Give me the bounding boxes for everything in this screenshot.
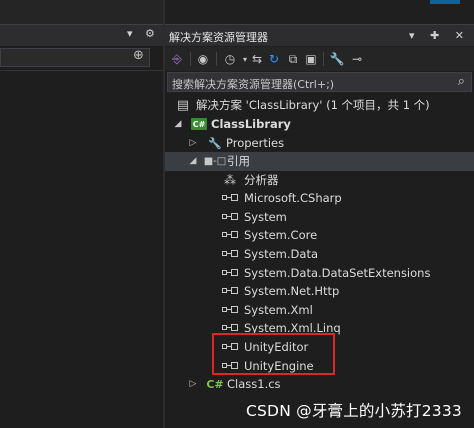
titlebar-controls[interactable]: ▾ ✚ ✕	[409, 29, 470, 42]
watermark: CSDN @牙膏上的小苏打2333	[246, 402, 462, 420]
csharp-project-icon: C#	[191, 118, 207, 131]
wrench-icon: 🔧	[208, 136, 222, 150]
solution-explorer-toolbar: ⎆ ◉ ◷ ▾ ⇆ ↻ ⧉ ▣ 🔧 ⊸	[165, 47, 474, 71]
properties-label: Properties	[226, 136, 285, 151]
solution-label: 解决方案 'ClassLibrary' (1 个项目，共 1 个)	[196, 98, 430, 113]
reference-label: System.Data.DataSetExtensions	[244, 266, 431, 281]
expander-expanded-icon[interactable]: ◢	[188, 156, 198, 166]
tree-item-references[interactable]: ◢ ■-□ 引用	[165, 152, 474, 171]
home-icon[interactable]: ◉	[195, 51, 211, 67]
reference-label: System.Xml	[244, 303, 313, 318]
toolbar-separator	[323, 52, 324, 66]
search-icon[interactable]: ⌕	[458, 74, 465, 89]
tree-item-reference[interactable]: System.Core	[165, 226, 474, 245]
assembly-reference-icon	[222, 190, 238, 206]
preview-icon[interactable]: ⊸	[349, 51, 365, 67]
sync-icon[interactable]: ⇆	[249, 51, 265, 67]
tree-item-file[interactable]: ▷ C# Class1.cs	[165, 375, 474, 394]
solution-explorer-title: 解决方案资源管理器	[169, 31, 268, 44]
tree-item-properties[interactable]: ▷ 🔧 Properties	[165, 134, 474, 153]
tree-item-reference[interactable]: System.Net.Http	[165, 282, 474, 301]
dropdown-arrow-icon[interactable]: ▾	[127, 27, 133, 40]
collapse-all-icon[interactable]: ⧉	[285, 51, 301, 67]
expander-collapsed-icon[interactable]: ▷	[188, 138, 198, 148]
tree-item-analyzers[interactable]: ⁂ 分析器	[165, 171, 474, 190]
reference-label: Microsoft.CSharp	[244, 191, 342, 206]
analyzer-icon: ⁂	[224, 173, 236, 188]
references-label: 引用	[227, 154, 250, 169]
reference-label: System	[244, 210, 287, 225]
expander-collapsed-icon[interactable]: ▷	[188, 379, 198, 389]
assembly-reference-icon	[222, 227, 238, 243]
show-all-files-icon[interactable]: ▣	[303, 51, 319, 67]
accent-strip	[430, 0, 460, 4]
tree-item-reference[interactable]: Microsoft.CSharp	[165, 189, 474, 208]
search-placeholder: 搜索解决方案资源管理器(Ctrl+;)	[172, 78, 335, 91]
split-editor-icon[interactable]: ⊕	[133, 48, 144, 63]
reference-label: System.Net.Http	[244, 284, 340, 299]
ide-window: ▾ ⚙ ⊕ 解决方案资源管理器 ▾ ✚ ✕ ⎆ ◉ ◷ ▾ ⇆ ↻ ⧉ ▣ 🔧 …	[0, 0, 474, 428]
search-input[interactable]: 搜索解决方案资源管理器(Ctrl+;) ⌕	[167, 72, 472, 92]
pending-changes-icon[interactable]: ◷	[222, 51, 238, 67]
switch-views-icon[interactable]: ⎆	[169, 51, 185, 67]
assembly-reference-icon	[222, 302, 238, 318]
expander-expanded-icon[interactable]: ◢	[173, 119, 183, 129]
toolbar-separator	[216, 52, 217, 66]
csharp-file-icon: C#	[206, 377, 224, 391]
tree-item-reference[interactable]: System	[165, 208, 474, 227]
reference-label: System.Data	[244, 247, 318, 262]
file-label: Class1.cs	[227, 377, 281, 392]
divider	[0, 70, 163, 71]
tree-item-solution[interactable]: ▤ 解决方案 'ClassLibrary' (1 个项目，共 1 个)	[165, 96, 474, 115]
solution-explorer-titlebar: 解决方案资源管理器 ▾ ✚ ✕	[165, 24, 474, 46]
assembly-reference-icon	[222, 265, 238, 281]
highlight-box	[212, 333, 335, 375]
reference-label: 分析器	[244, 173, 279, 188]
top-strip	[165, 0, 474, 24]
navigation-bar[interactable]	[0, 48, 150, 67]
toolbar-separator	[190, 52, 191, 66]
assembly-reference-icon	[222, 283, 238, 299]
refresh-icon[interactable]: ↻	[266, 51, 282, 67]
assembly-reference-icon	[222, 246, 238, 262]
tree-item-reference[interactable]: System.Data.DataSetExtensions	[165, 264, 474, 283]
editor-titlebar	[0, 24, 163, 46]
reference-label: System.Core	[244, 228, 318, 243]
assembly-reference-icon	[222, 209, 238, 225]
references-icon: ■-□	[203, 155, 227, 167]
editor-pane: ▾ ⚙ ⊕	[0, 0, 163, 428]
properties-wrench-icon[interactable]: 🔧	[329, 51, 345, 67]
tree-item-reference[interactable]: System.Data	[165, 245, 474, 264]
solution-icon: ▤	[176, 97, 190, 113]
project-label: ClassLibrary	[211, 117, 291, 132]
gear-icon[interactable]: ⚙	[145, 27, 155, 40]
tree-item-reference[interactable]: System.Xml	[165, 301, 474, 320]
tree-item-project[interactable]: ◢ C# ClassLibrary	[165, 115, 474, 134]
